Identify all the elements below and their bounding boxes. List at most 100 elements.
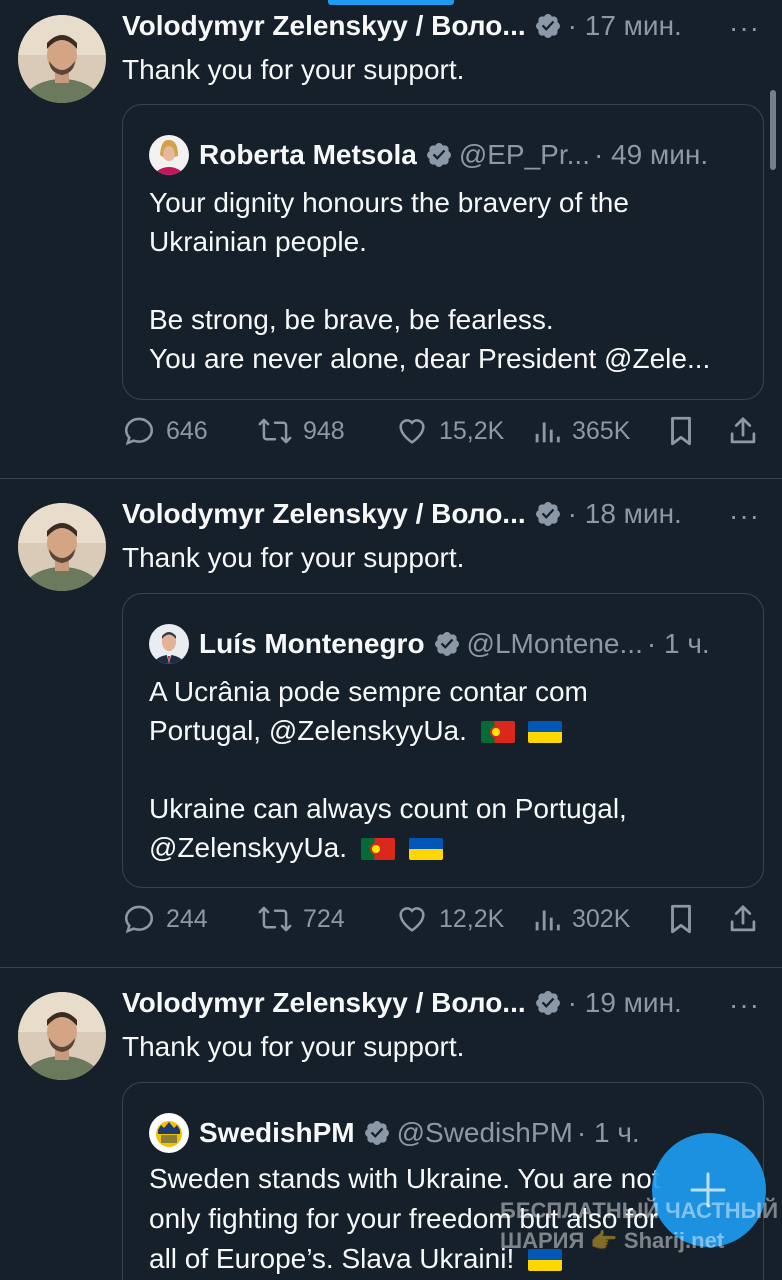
tweet-header: Volodymyr Zelenskyy / Воло... · 17 мин. [122,10,682,42]
share-button[interactable] [728,902,768,936]
reply-count: 646 [166,416,208,445]
author-name[interactable]: Volodymyr Zelenskyy / Воло... [122,987,526,1019]
tweet-text: Thank you for your support. [122,54,465,85]
bookmark-button[interactable] [666,902,706,936]
quote-line: Sweden stands with Ukraine. You are not [149,1163,660,1194]
author-name[interactable]: Volodymyr Zelenskyy / Воло... [122,10,526,42]
reply-count: 244 [166,904,208,933]
quote-line [149,750,627,789]
quote-handle: @SwedishPM [396,1117,573,1148]
author-name[interactable]: Volodymyr Zelenskyy / Воло... [122,498,526,530]
quote-line-with-flags: Portugal, @ZelenskyyUa. [149,711,627,750]
quoted-tweet[interactable]: Luís Montenegro @LMontene... · 1 ч. A Uc… [122,593,764,888]
tweet[interactable]: Volodymyr Zelenskyy / Воло... · 17 мин. … [0,0,782,479]
views-count: 365K [572,416,631,445]
bookmark-button[interactable] [666,414,706,448]
verified-badge-icon [433,630,461,658]
reply-icon [124,905,154,934]
reply-button[interactable]: 646 [122,414,208,448]
quote-line: Portugal, @ZelenskyyUa. [149,715,467,746]
more-options-button[interactable]: ··· [729,500,760,532]
watermark-line: ШАРИЯ 👉 Sharij.net [500,1228,725,1253]
tweet-actions: 646 948 15,2K 365K [122,414,762,454]
quote-line: @ZelenskyyUa. [149,832,348,863]
analytics-icon [535,910,560,931]
quote-line: A Ucrânia pode sempre contar com [149,676,588,707]
quote-line: Be strong, be brave, be fearless. [149,304,554,335]
repost-button[interactable]: 724 [257,902,345,936]
ukraine-flag-icon [528,721,563,743]
quote-header: Luís Montenegro @LMontene... · 1 ч. [149,624,710,664]
share-button[interactable] [728,414,768,448]
avatar[interactable] [18,15,106,103]
quote-line [149,261,710,300]
quote-header: Roberta Metsola @EP_Pr... · 49 мин. [149,135,708,175]
quote-timestamp: · 1 ч. [576,1117,640,1148]
quoted-tweet[interactable]: Roberta Metsola @EP_Pr... · 49 мин. Your… [122,104,764,400]
timestamp[interactable]: · 18 мин. [568,498,682,530]
heart-icon [399,907,425,932]
repost-count: 724 [303,904,345,933]
verified-badge-icon [425,141,453,169]
bookmark-icon [671,416,691,446]
like-button[interactable]: 15,2K [395,414,504,448]
tweet[interactable]: Volodymyr Zelenskyy / Воло... · 18 мин. … [0,479,782,968]
quote-header: SwedishPM @SwedishPM · 1 ч. [149,1113,640,1153]
quote-author-name: SwedishPM [199,1117,355,1148]
views-button[interactable]: 365K [532,414,630,448]
quote-avatar [149,624,189,664]
quote-line: Ukraine can always count on Portugal, [149,793,627,824]
quote-avatar [149,135,189,175]
quote-line: Ukrainian people. [149,226,367,257]
ukraine-flag-icon [408,838,443,860]
quote-line: You are never alone, dear President @Zel… [149,343,711,374]
watermark: БЕСПЛАТНЫЙ ЧАСТНЫЙ ШАРИЯ 👉 Sharij.net [500,1196,778,1256]
portugal-flag-icon [360,838,395,860]
more-options-button[interactable]: ··· [729,12,760,44]
verified-badge-icon [534,12,562,40]
quote-timestamp: · 1 ч. [646,628,710,659]
tweet-text: Thank you for your support. [122,1031,465,1062]
repost-icon [258,906,292,932]
tweet-actions: 244 724 12,2K 302K [122,902,762,942]
analytics-icon [535,422,560,443]
like-count: 15,2K [439,416,505,445]
verified-badge-icon [363,1119,391,1147]
quote-avatar [149,1113,189,1153]
views-count: 302K [572,904,631,933]
quote-text: A Ucrânia pode sempre contar com Portuga… [149,672,627,867]
like-button[interactable]: 12,2K [395,902,504,936]
heart-icon [399,419,425,444]
timestamp[interactable]: · 19 мин. [568,987,682,1019]
portugal-flag-icon [480,721,515,743]
repost-icon [258,418,292,444]
tweet-text: Thank you for your support. [122,542,465,573]
repost-button[interactable]: 948 [257,414,345,448]
repost-count: 948 [303,416,345,445]
quote-author-name: Roberta Metsola [199,139,417,170]
quote-author-name: Luís Montenegro [199,628,425,659]
share-icon [730,417,756,444]
views-button[interactable]: 302K [532,902,630,936]
quote-text: Your dignity honours the bravery of the … [149,183,710,378]
avatar[interactable] [18,992,106,1080]
quote-line: all of Europe’s. Slava Ukraini! [149,1243,515,1274]
quote-line: Your dignity honours the bravery of the [149,187,629,218]
quote-timestamp: · 49 мин. [593,139,709,170]
bookmark-icon [671,904,691,934]
verified-badge-icon [534,989,562,1017]
reply-button[interactable]: 244 [122,902,208,936]
quote-line-with-flags: @ZelenskyyUa. [149,828,627,867]
avatar[interactable] [18,503,106,591]
tweet-header: Volodymyr Zelenskyy / Воло... · 19 мин. [122,987,682,1019]
like-count: 12,2K [439,904,505,933]
tweet-header: Volodymyr Zelenskyy / Воло... · 18 мин. [122,498,682,530]
more-options-button[interactable]: ··· [729,989,760,1021]
reply-icon [124,417,154,446]
quote-handle: @LMontene... [466,628,643,659]
quote-handle: @EP_Pr... [458,139,590,170]
watermark-line: БЕСПЛАТНЫЙ ЧАСТНЫЙ [500,1198,779,1223]
timestamp[interactable]: · 17 мин. [568,10,682,42]
share-icon [730,905,756,932]
verified-badge-icon [534,500,562,528]
